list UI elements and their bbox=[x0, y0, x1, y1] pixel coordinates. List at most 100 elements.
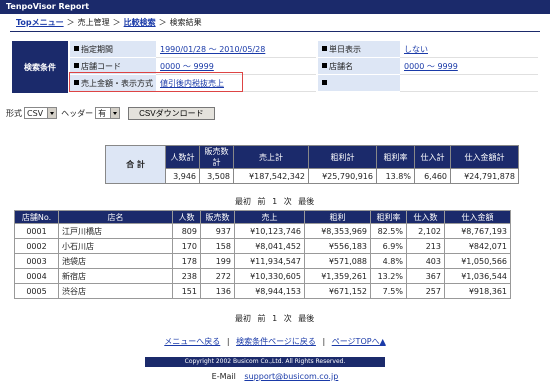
summary-header: 仕入金額計 bbox=[450, 145, 519, 169]
table-cell: 0002 bbox=[14, 238, 59, 254]
summary-header: 粗利計 bbox=[308, 145, 377, 169]
pager-page: 1 bbox=[272, 314, 278, 323]
table-cell: ¥10,123,746 bbox=[234, 223, 305, 239]
table-cell: 13.2% bbox=[370, 268, 407, 284]
chevron-down-icon bbox=[47, 108, 57, 118]
table-cell: 2,102 bbox=[406, 223, 445, 239]
pager-next[interactable]: 次 bbox=[284, 314, 292, 323]
table-row: 0001 江戸川橋店 809 937 ¥10,123,746 ¥8,353,969 82.5… bbox=[14, 223, 511, 239]
table-cell: ¥8,767,193 bbox=[444, 223, 511, 239]
table-cell: 0003 bbox=[14, 253, 59, 269]
header-select[interactable]: 有 bbox=[95, 107, 121, 119]
footer-separator: | bbox=[226, 337, 230, 346]
pager-prev[interactable]: 前 bbox=[258, 197, 266, 206]
column-header: 仕入金額 bbox=[444, 210, 511, 224]
column-header: 仕入数 bbox=[406, 210, 445, 224]
table-cell: 213 bbox=[406, 238, 445, 254]
table-cell: 178 bbox=[172, 253, 201, 269]
header-label: ヘッダー bbox=[61, 108, 94, 118]
empty-value bbox=[400, 75, 538, 92]
table-cell: ¥8,041,452 bbox=[234, 238, 305, 254]
store-results-table: 店舗No. 店名 人数 販売数 売上 粗利 粗利率 仕入数 仕入金額 0001 江… bbox=[14, 210, 511, 299]
summary-value: ¥24,791,878 bbox=[450, 168, 519, 184]
csv-download-button[interactable]: CSVダウンロード bbox=[128, 106, 215, 120]
summary-value: ¥25,790,916 bbox=[308, 168, 377, 184]
table-cell: 199 bbox=[200, 253, 235, 269]
breadcrumb-compare-link[interactable]: 比較検索 bbox=[124, 18, 156, 27]
page-top-link[interactable]: ページTOPへ▲ bbox=[332, 337, 386, 346]
table-cell: ¥11,934,547 bbox=[234, 253, 305, 269]
table-cell: ¥571,088 bbox=[304, 253, 371, 269]
table-cell: 新宿店 bbox=[58, 268, 173, 284]
email-label: E-Mail bbox=[211, 372, 236, 381]
table-cell: 257 bbox=[406, 283, 445, 299]
table-cell: 937 bbox=[200, 223, 235, 239]
summary-value: 6,460 bbox=[414, 168, 451, 184]
summary-header: 売上計 bbox=[233, 145, 309, 169]
empty-label bbox=[318, 75, 400, 92]
table-cell: 0001 bbox=[14, 223, 59, 239]
column-header: 人数 bbox=[172, 210, 201, 224]
table-row: 0005 渋谷店 151 136 ¥8,944,153 ¥671,152 7.5% 257 ¥9… bbox=[14, 283, 511, 299]
summary-value: 3,508 bbox=[199, 168, 234, 184]
format-label: 形式 bbox=[6, 108, 22, 118]
table-cell: ¥8,944,153 bbox=[234, 283, 305, 299]
pager-top: 最初 前 1 次 最後 bbox=[233, 196, 316, 208]
period-label: 指定期間 bbox=[70, 41, 156, 58]
back-to-search-link[interactable]: 検索条件ページに戻る bbox=[236, 337, 316, 346]
column-header: 粗利率 bbox=[370, 210, 407, 224]
table-cell: 小石川店 bbox=[58, 238, 173, 254]
chevron-down-icon bbox=[110, 108, 120, 118]
format-select[interactable]: CSV bbox=[24, 107, 58, 119]
table-row: 0004 新宿店 238 272 ¥10,330,605 ¥1,359,261 13.2% 3… bbox=[14, 268, 511, 284]
column-header: 店舗No. bbox=[14, 210, 59, 224]
table-cell: 151 bbox=[172, 283, 201, 299]
header-divider bbox=[10, 31, 540, 32]
app-title: TenpoVisor Report bbox=[6, 2, 90, 11]
footer-links: メニューへ戻る | 検索条件ページに戻る | ページTOPへ▲ bbox=[0, 336, 550, 347]
period-value: 1990/01/28 〜 2010/05/28 bbox=[156, 41, 316, 58]
summary-table: 合 計 人数計 販売数計 売上計 粗利計 粗利率 仕入計 仕入金額計 3,946… bbox=[105, 145, 519, 184]
single-day-label: 単日表示 bbox=[318, 41, 400, 58]
pager-bottom: 最初 前 1 次 最後 bbox=[233, 313, 316, 325]
summary-header: 粗利率 bbox=[376, 145, 415, 169]
table-cell: 809 bbox=[172, 223, 201, 239]
pager-last[interactable]: 最後 bbox=[298, 197, 314, 206]
table-cell: 82.5% bbox=[370, 223, 407, 239]
highlight-box bbox=[69, 72, 243, 92]
summary-value: 13.8% bbox=[376, 168, 415, 184]
table-cell: ¥1,036,544 bbox=[444, 268, 511, 284]
pager-prev[interactable]: 前 bbox=[258, 314, 266, 323]
summary-value: ¥187,542,342 bbox=[233, 168, 309, 184]
table-cell: 403 bbox=[406, 253, 445, 269]
email-link[interactable]: support@busicom.co.jp bbox=[244, 372, 338, 381]
table-cell: 7.5% bbox=[370, 283, 407, 299]
table-cell: 272 bbox=[200, 268, 235, 284]
table-cell: 0004 bbox=[14, 268, 59, 284]
table-cell: 0005 bbox=[14, 283, 59, 299]
back-to-menu-link[interactable]: メニューへ戻る bbox=[164, 337, 220, 346]
search-conditions-label: 検索条件 bbox=[12, 41, 68, 93]
breadcrumb-top-link[interactable]: Topメニュー bbox=[16, 18, 64, 27]
table-cell: ¥1,050,566 bbox=[444, 253, 511, 269]
table-cell: 367 bbox=[406, 268, 445, 284]
summary-value: 3,946 bbox=[165, 168, 200, 184]
pager-first[interactable]: 最初 bbox=[235, 314, 251, 323]
column-header: 粗利 bbox=[304, 210, 371, 224]
table-cell: ¥918,361 bbox=[444, 283, 511, 299]
column-header: 店名 bbox=[58, 210, 173, 224]
single-day-value: しない bbox=[400, 41, 538, 58]
table-cell: ¥671,152 bbox=[304, 283, 371, 299]
table-cell: 238 bbox=[172, 268, 201, 284]
table-cell: 4.8% bbox=[370, 253, 407, 269]
footer-separator: | bbox=[322, 337, 326, 346]
pager-last[interactable]: 最後 bbox=[298, 314, 314, 323]
breadcrumb-current: 検索結果 bbox=[169, 18, 202, 27]
pager-next[interactable]: 次 bbox=[284, 197, 292, 206]
table-cell: 江戸川橋店 bbox=[58, 223, 173, 239]
table-cell: 158 bbox=[200, 238, 235, 254]
table-cell: ¥8,353,969 bbox=[304, 223, 371, 239]
pager-first[interactable]: 最初 bbox=[235, 197, 251, 206]
email-line: E-Mail support@busicom.co.jp bbox=[0, 372, 550, 381]
table-cell: 170 bbox=[172, 238, 201, 254]
